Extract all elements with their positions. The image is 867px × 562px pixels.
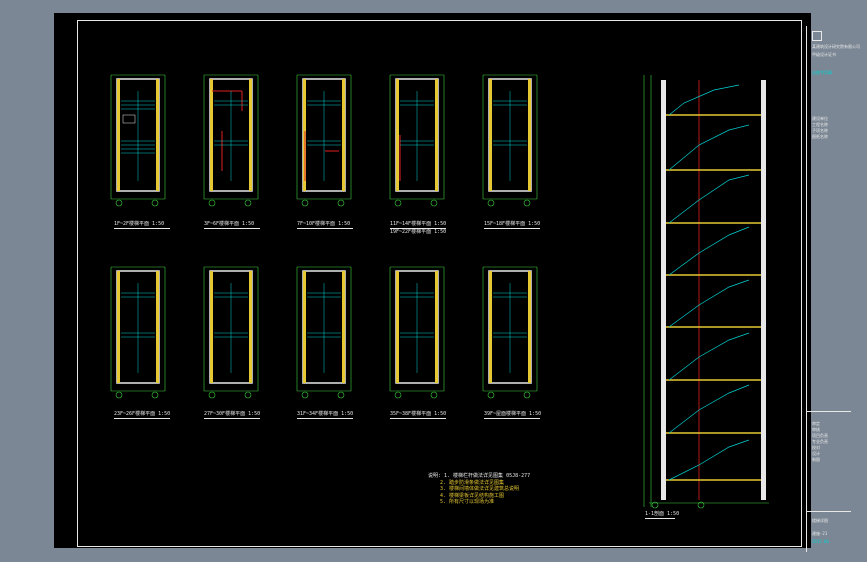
plan-caption: 27F~30F楼梯平面 1:50	[204, 411, 261, 419]
plan-caption: 15F~18F楼梯平面 1:50	[484, 221, 541, 229]
project-row: 工程名称	[812, 122, 828, 127]
stair-plan[interactable]	[388, 71, 445, 207]
note-line: 5. 所有尺寸以现场为准	[440, 499, 495, 505]
title-block[interactable]: 某建筑设计研究院有限公司 甲级设计证书 出图专用章 建设单位 工程名称 子项名称…	[806, 26, 860, 552]
plan-caption: 35F~38F楼梯平面 1:50	[390, 411, 447, 419]
stair-plan[interactable]	[109, 71, 166, 207]
divider	[807, 411, 851, 412]
stair-plan[interactable]	[388, 263, 445, 399]
drawing-notes: 说明: 1. 楼梯栏杆做法详见图集 05J8-277 2. 踏步防滑条做法详见图…	[428, 473, 530, 506]
stair-section[interactable]	[639, 75, 774, 510]
section-caption: 1-1剖面 1:50	[645, 511, 680, 519]
stair-plan[interactable]	[202, 71, 259, 207]
plan-caption: 7F~10F楼梯平面 1:50	[297, 220, 353, 232]
drawing-canvas[interactable]: 1F~2F楼梯平面 1:50 3F~6F楼梯平面 1:50 7F~10F楼梯平面…	[54, 13, 860, 552]
sign-row: 审定	[812, 421, 820, 426]
stair-plan[interactable]	[481, 71, 538, 207]
drawing-date: 2015.06	[812, 539, 829, 544]
drawing-number: 建施-21	[812, 531, 828, 536]
note-line: 3. 楼梯间墙体做法详见建筑总说明	[440, 486, 520, 492]
stair-plan[interactable]	[202, 263, 259, 399]
company-logo	[812, 31, 822, 41]
project-row: 建设单位	[812, 116, 828, 121]
stair-plan[interactable]	[481, 263, 538, 399]
project-row: 子项名称	[812, 128, 828, 133]
plan-caption: 19F~22F楼梯平面 1:50	[390, 229, 447, 235]
stair-plan[interactable]	[295, 263, 352, 399]
company-sub: 甲级设计证书	[812, 52, 836, 57]
divider	[807, 511, 851, 512]
project-row: 图纸名称	[812, 134, 828, 139]
plan-caption: 31F~34F楼梯平面 1:50	[297, 411, 354, 419]
plan-caption: 39F~屋面楼梯平面 1:50	[484, 411, 542, 419]
sign-row: 制图	[812, 457, 820, 462]
plan-caption: 1F~2F楼梯平面 1:50	[114, 220, 170, 232]
stamp: 出图专用章	[812, 70, 832, 75]
stair-plan[interactable]	[295, 71, 352, 207]
drawing-name: 楼梯详图	[812, 518, 828, 523]
sign-row: 项目负责	[812, 433, 828, 438]
note-line: 说明: 1. 楼梯栏杆做法详见图集 05J8-277	[428, 473, 531, 479]
company-name: 某建筑设计研究院有限公司	[812, 44, 860, 49]
plan-caption: 3F~6F楼梯平面 1:50	[204, 220, 260, 232]
sign-row: 设计	[812, 451, 820, 456]
plan-caption: 23F~26F楼梯平面 1:50	[114, 411, 171, 419]
sign-row: 审核	[812, 427, 820, 432]
stair-plan[interactable]	[109, 263, 166, 399]
sign-row: 校对	[812, 445, 820, 450]
sign-row: 专业负责	[812, 439, 828, 444]
